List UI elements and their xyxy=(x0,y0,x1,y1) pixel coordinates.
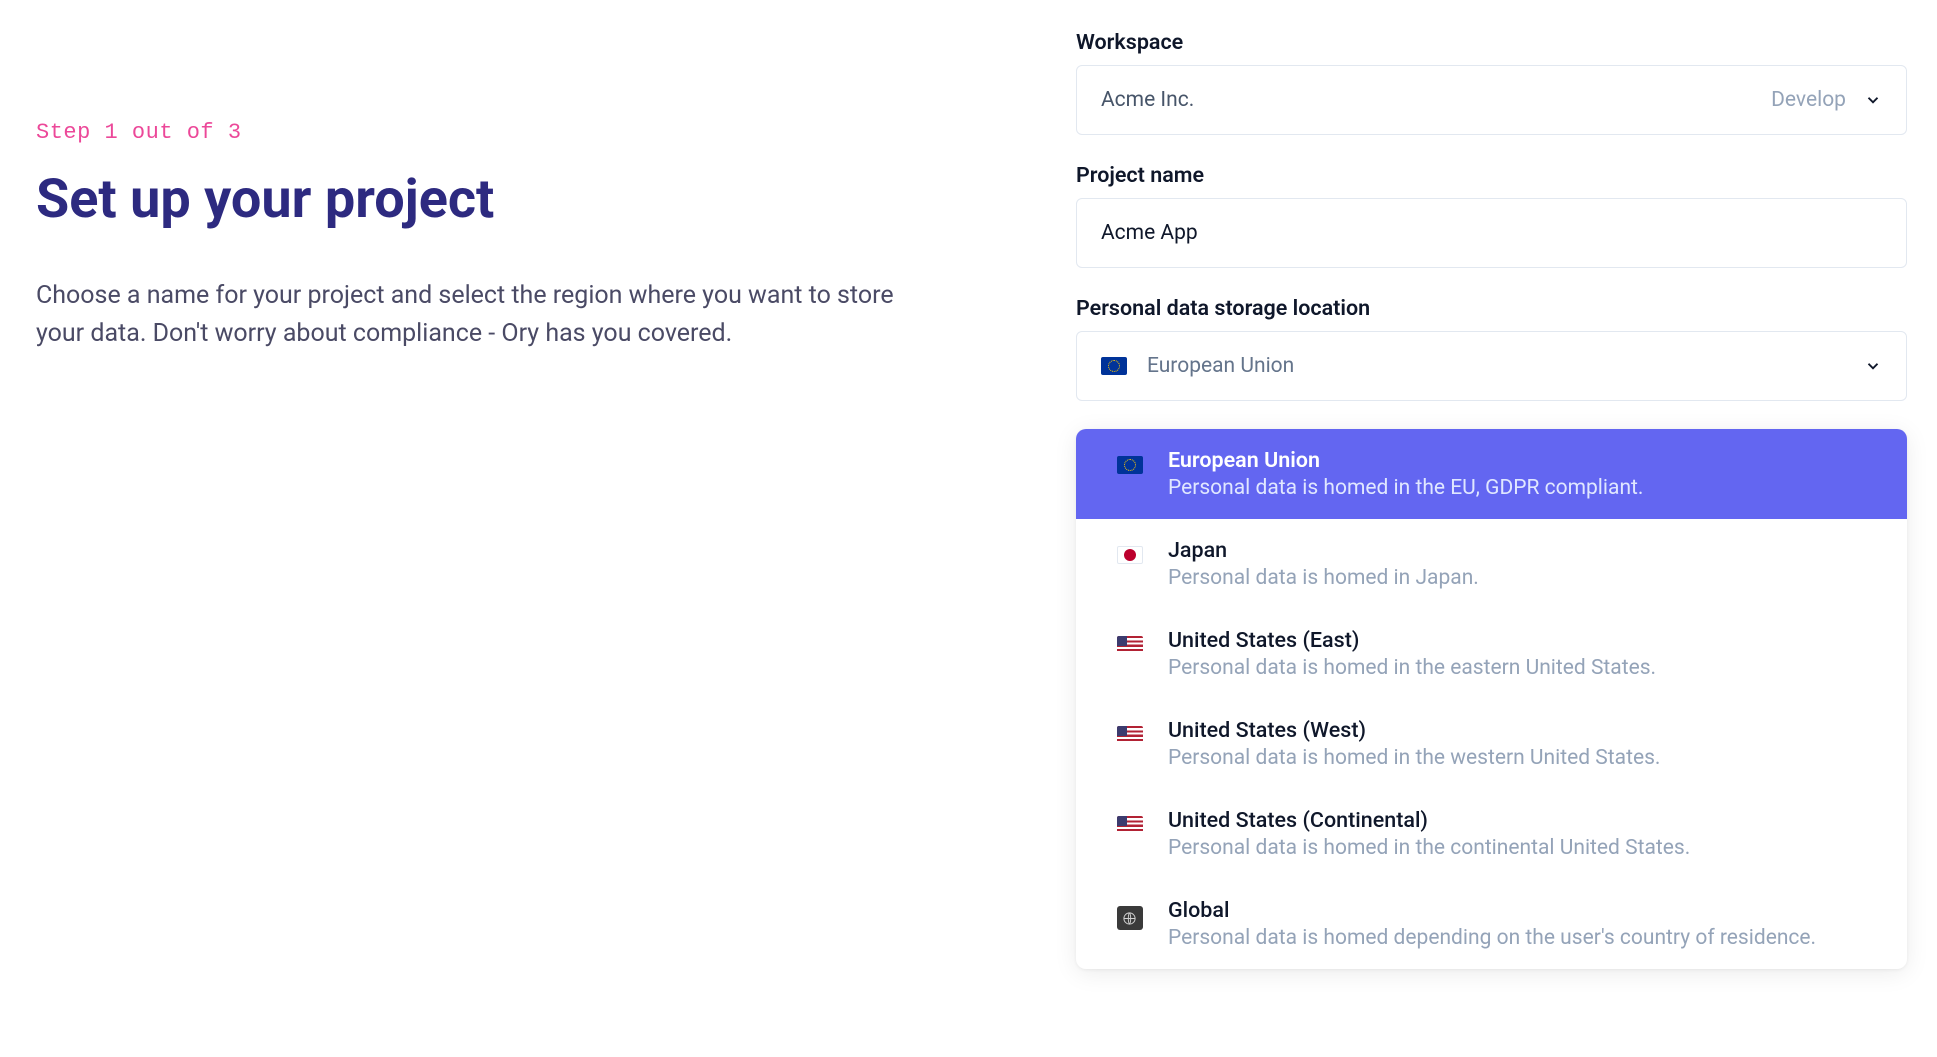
location-option-title: Global xyxy=(1168,898,1883,923)
location-option-description: Personal data is homed in the western Un… xyxy=(1168,746,1883,770)
location-option[interactable]: Japan Personal data is homed in Japan. xyxy=(1076,519,1907,609)
location-label: Personal data storage location xyxy=(1076,296,1907,321)
location-dropdown: European Union Personal data is homed in … xyxy=(1076,429,1907,969)
workspace-label: Workspace xyxy=(1076,30,1907,55)
project-name-input[interactable] xyxy=(1076,198,1907,268)
us-flag-icon xyxy=(1117,816,1143,834)
jp-flag-icon xyxy=(1117,546,1143,564)
globe-icon xyxy=(1117,906,1143,930)
workspace-plan-badge: Develop xyxy=(1771,88,1846,112)
location-option[interactable]: European Union Personal data is homed in … xyxy=(1076,429,1907,519)
eu-flag-icon xyxy=(1101,357,1127,375)
location-option-title: United States (Continental) xyxy=(1168,808,1883,833)
workspace-selected-value: Acme Inc. xyxy=(1101,88,1194,112)
setup-form: Workspace Acme Inc. Develop Project name… xyxy=(1046,30,1937,1027)
us-flag-icon xyxy=(1117,636,1143,654)
location-selected-value: European Union xyxy=(1147,354,1294,378)
eu-flag-icon xyxy=(1117,456,1143,474)
location-option[interactable]: United States (Continental) Personal data… xyxy=(1076,789,1907,879)
location-option[interactable]: United States (West) Personal data is hom… xyxy=(1076,699,1907,789)
page-description: Choose a name for your project and selec… xyxy=(36,277,906,352)
location-option-description: Personal data is homed in Japan. xyxy=(1168,566,1883,590)
location-option[interactable]: Global Personal data is homed depending o… xyxy=(1076,879,1907,969)
chevron-down-icon xyxy=(1864,91,1882,109)
location-option-description: Personal data is homed in the EU, GDPR c… xyxy=(1168,476,1883,500)
location-option-title: Japan xyxy=(1168,538,1883,563)
location-option-title: United States (West) xyxy=(1168,718,1883,743)
location-option[interactable]: United States (East) Personal data is hom… xyxy=(1076,609,1907,699)
location-select[interactable]: European Union xyxy=(1076,331,1907,401)
setup-intro: Step 1 out of 3 Set up your project Choo… xyxy=(0,30,1046,1027)
step-label: Step 1 out of 3 xyxy=(36,120,1016,145)
workspace-select[interactable]: Acme Inc. Develop xyxy=(1076,65,1907,135)
page-heading: Set up your project xyxy=(36,169,1016,231)
project-name-label: Project name xyxy=(1076,163,1907,188)
location-option-description: Personal data is homed depending on the … xyxy=(1168,926,1883,950)
chevron-down-icon xyxy=(1864,357,1882,375)
us-flag-icon xyxy=(1117,726,1143,744)
location-option-description: Personal data is homed in the continenta… xyxy=(1168,836,1883,860)
location-option-title: European Union xyxy=(1168,448,1883,473)
location-option-description: Personal data is homed in the eastern Un… xyxy=(1168,656,1883,680)
location-option-title: United States (East) xyxy=(1168,628,1883,653)
